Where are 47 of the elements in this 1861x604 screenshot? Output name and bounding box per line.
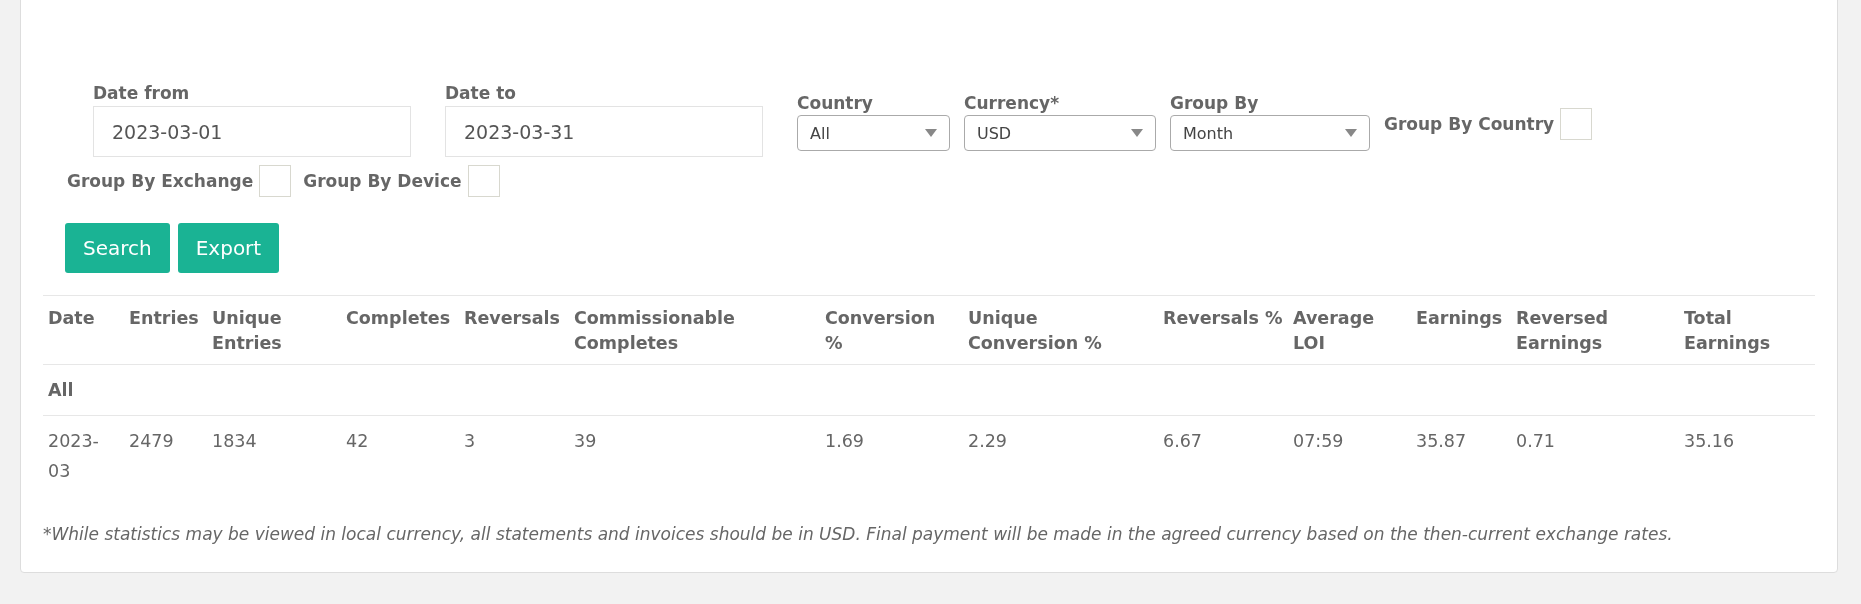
table-cell: 35.16 — [1679, 415, 1815, 496]
date-field[interactable]: 2023-03-01 — [93, 106, 411, 157]
checkbox-label: Group By Device — [303, 171, 462, 191]
checkbox[interactable] — [259, 165, 292, 197]
dropdown[interactable]: USD — [964, 115, 1156, 151]
field-label: Date to — [445, 83, 517, 103]
column-header: Date — [43, 295, 124, 365]
table-cell: 2023-03 — [43, 415, 124, 496]
dropdown[interactable]: All — [797, 115, 950, 151]
checkbox[interactable] — [1560, 108, 1593, 140]
table-cell: 6.67 — [1158, 415, 1288, 496]
table-cell: 3 — [459, 415, 569, 496]
field-label: Country — [797, 93, 874, 113]
column-header: Earnings — [1411, 295, 1511, 365]
table-cell: 0.71 — [1511, 415, 1679, 496]
field-label: Date from — [93, 83, 191, 103]
column-header: Completes — [341, 295, 459, 365]
table-cell: 42 — [341, 415, 459, 496]
checkbox[interactable] — [467, 165, 500, 197]
column-header: Commissionable Completes — [569, 295, 820, 365]
date-field[interactable]: 2023-03-31 — [445, 106, 763, 157]
table-cell: 2479 — [124, 415, 207, 496]
column-header: Total Earnings — [1679, 295, 1815, 365]
table-cell: 39 — [569, 415, 820, 496]
caret-icon — [1131, 129, 1143, 137]
column-header: Conversion % — [820, 295, 963, 365]
column-header: Reversals % — [1158, 295, 1288, 365]
table-cell: 07:59 — [1288, 415, 1411, 496]
table-cell: 2.29 — [963, 415, 1158, 496]
footnote: *While statistics may be viewed in local currency, all statements and invoices should be in USD. Final payment will be made in the agreed currency based on the then-current exchange rates. — [43, 524, 1674, 544]
column-header: Unique Conversion % — [963, 295, 1158, 365]
group-label: All — [43, 364, 124, 416]
field-label: Currency* — [964, 93, 1061, 113]
caret-icon — [1345, 129, 1357, 137]
table-cell: 35.87 — [1411, 415, 1511, 496]
caret-icon — [925, 129, 937, 137]
column-header: Reversed Earnings — [1511, 295, 1679, 365]
dropdown[interactable]: Month — [1170, 115, 1370, 151]
column-header: Unique Entries — [207, 295, 341, 365]
table-cell: 1.69 — [820, 415, 963, 496]
column-header: Average LOI — [1288, 295, 1411, 365]
checkbox-label: Group By Country — [1384, 114, 1555, 134]
checkbox-label: Group By Exchange — [67, 171, 254, 191]
column-header: Reversals — [459, 295, 569, 365]
column-header: Entries — [124, 295, 207, 365]
field-label: Group By — [1170, 93, 1260, 113]
table-cell: 1834 — [207, 415, 341, 496]
